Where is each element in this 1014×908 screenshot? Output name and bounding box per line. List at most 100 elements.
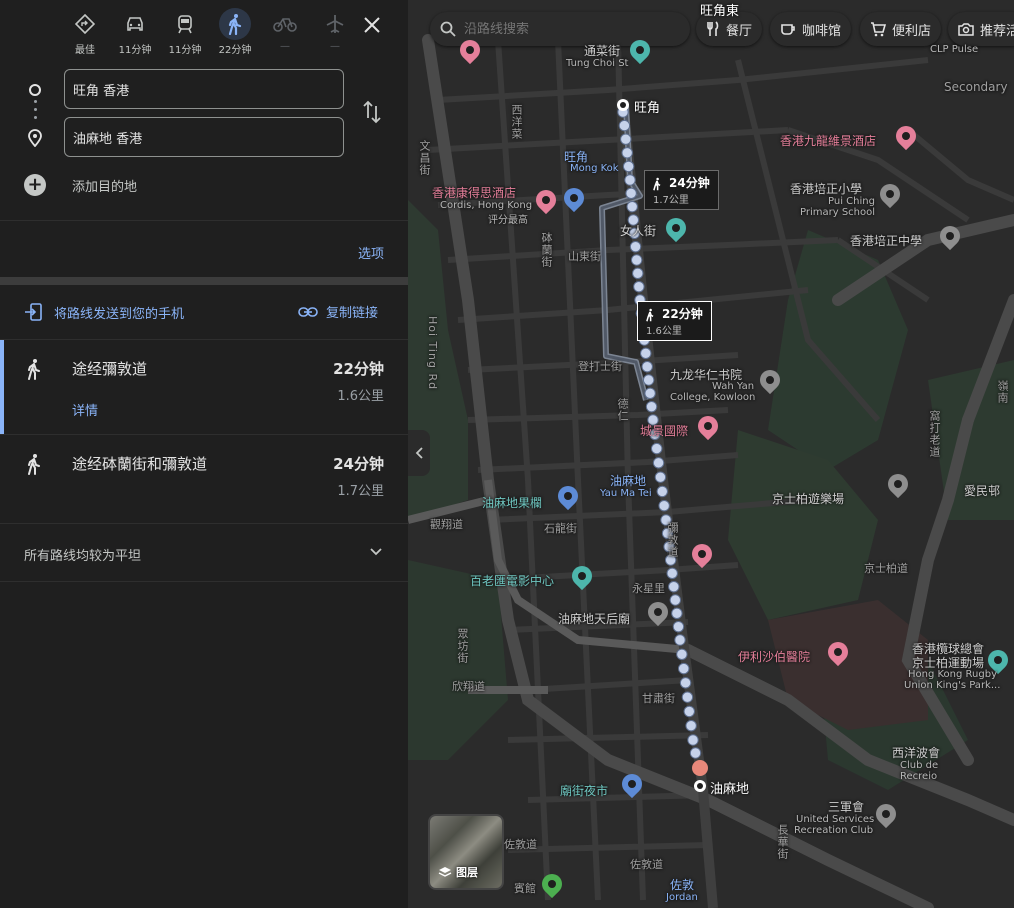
map-label: 登打士街: [578, 360, 622, 373]
map-label: 觀翔道: [430, 518, 463, 531]
route-callout-alt[interactable]: 24分钟 1.7公里: [644, 170, 719, 210]
map-label: Wah Yan: [712, 381, 755, 392]
map-label: 石龍街: [544, 522, 577, 535]
map-label: CLP Pulse: [930, 44, 979, 55]
directions-panel: 最佳 11分钟 11分钟 22分钟 — — 旺角 香港 油麻地 香港 + 添加目…: [0, 0, 408, 908]
route-option-1[interactable]: 途经彌敦道 22分钟 1.6公里 详情: [0, 340, 408, 434]
elevation-note[interactable]: 所有路线均较为平坦: [24, 545, 141, 564]
route-dot: [656, 485, 668, 498]
map-label: 评分最高: [488, 215, 528, 226]
route-dot: [620, 133, 632, 145]
map-label: 山東街: [568, 250, 601, 263]
route-distance: 1.6公里: [337, 389, 384, 404]
mode-flight[interactable]: —: [310, 8, 360, 58]
map-label: 賓館: [514, 882, 536, 895]
route-dot: [674, 634, 686, 646]
route-option-2[interactable]: 途经砵蘭街和彌敦道 24分钟 1.7公里: [0, 435, 408, 523]
map-label: Tung Choi St: [566, 58, 629, 69]
origin-field[interactable]: 旺角 香港: [64, 69, 344, 109]
mode-label: 最佳: [75, 45, 95, 56]
close-directions-button[interactable]: [358, 11, 386, 39]
route-dot: [658, 500, 670, 512]
destination-field[interactable]: 油麻地 香港: [64, 117, 344, 157]
map-canvas[interactable]: 餐厅 咖啡馆 便利店 推荐活 24分钟 1.7公里 22分钟 1.6公里 旺角東: [408, 0, 1014, 908]
route-dot: [624, 174, 636, 186]
map-label: 油麻地天后廟: [558, 612, 631, 626]
map-label: 眾坊街: [456, 628, 469, 664]
mode-label: —: [330, 41, 340, 52]
chevron-down-icon[interactable]: [368, 543, 384, 563]
chip-cafes[interactable]: 咖啡馆: [770, 12, 852, 46]
route-dot: [621, 147, 633, 159]
route-details-button[interactable]: 详情: [72, 400, 98, 419]
layers-button[interactable]: 图层: [428, 814, 504, 890]
walk-icon: [219, 8, 251, 40]
send-to-phone-label: 将路线发送到您的手机: [54, 306, 185, 322]
map-label: United Services: [796, 814, 875, 825]
map-label: Hong Kong Rugby: [908, 669, 997, 680]
plus-icon: +: [24, 174, 46, 196]
map-label: 旺角: [634, 101, 661, 116]
plane-icon: [319, 8, 351, 40]
route-name: 途经砵蘭街和彌敦道: [72, 455, 208, 473]
route-dot: [676, 648, 688, 660]
copy-link-button[interactable]: 复制链接: [298, 302, 378, 321]
mode-label: —: [280, 41, 290, 52]
map-label: 永星里: [632, 582, 665, 595]
route-dot: [642, 374, 655, 386]
mode-drive[interactable]: 11分钟: [110, 8, 160, 58]
route-dot: [629, 240, 642, 253]
divider: [0, 220, 408, 221]
chip-things-to-do[interactable]: 推荐活: [948, 12, 1014, 46]
route-duration: 22分钟: [333, 360, 384, 378]
diamond-directions-icon: [69, 8, 101, 40]
route-dot: [633, 280, 645, 293]
swap-directions-button[interactable]: [360, 98, 384, 126]
route-dots: [34, 100, 37, 124]
map-label: 長華街: [776, 824, 789, 860]
chip-convenience[interactable]: 便利店: [860, 12, 942, 46]
map-label: 旺角東: [700, 4, 740, 19]
mode-label: 22分钟: [218, 45, 252, 56]
callout-duration: 22分钟: [662, 307, 703, 321]
map-label: 京士柏道: [864, 562, 908, 575]
map-label: 彌敦道: [666, 522, 679, 558]
copy-link-label: 复制链接: [326, 306, 379, 321]
map-label: Jordan: [666, 892, 698, 903]
map-label: 嶺南: [996, 380, 1009, 404]
map-label: Hoi Ting Rd: [426, 316, 439, 391]
map-label: 香港培正中學: [850, 234, 923, 248]
route-callout-main[interactable]: 22分钟 1.6公里: [637, 301, 712, 341]
route-dot: [669, 594, 682, 606]
map-label: College, Kowloon: [670, 392, 756, 403]
collapse-panel-button[interactable]: [408, 430, 430, 476]
search-icon: [440, 21, 456, 37]
map-label: Cordis, Hong Kong: [440, 200, 533, 211]
route-dot: [654, 471, 667, 483]
mode-transit[interactable]: 11分钟: [160, 8, 210, 58]
add-destination-label: 添加目的地: [72, 179, 138, 195]
map-label: Pui Ching: [828, 196, 875, 207]
send-to-phone-button[interactable]: 将路线发送到您的手机: [24, 302, 184, 322]
map-label: 西洋波會: [892, 746, 941, 760]
mode-best[interactable]: 最佳: [60, 8, 110, 58]
map-label: 香港九龍維景酒店: [780, 134, 877, 148]
map-label: 京士柏遊樂場: [772, 492, 845, 506]
mode-walk[interactable]: 22分钟: [210, 8, 260, 58]
layers-label: 图层: [456, 866, 478, 879]
map-label: 砵蘭街: [540, 232, 553, 268]
route-dot: [668, 580, 680, 593]
destination-pin-icon: [27, 129, 43, 151]
route-name: 途经彌敦道: [72, 360, 148, 378]
mode-label: 11分钟: [118, 45, 152, 56]
map-label: 欣翔道: [452, 680, 485, 693]
options-button[interactable]: 选项: [358, 243, 384, 262]
map-label: 西洋菜: [510, 104, 523, 140]
route-search-input[interactable]: [464, 21, 674, 37]
route-dot: [685, 720, 697, 732]
cart-icon: [871, 22, 886, 37]
route-dot: [630, 254, 643, 266]
add-destination-button[interactable]: + 添加目的地: [24, 174, 137, 196]
walk-icon: [26, 358, 42, 384]
mode-bike[interactable]: —: [260, 8, 310, 58]
